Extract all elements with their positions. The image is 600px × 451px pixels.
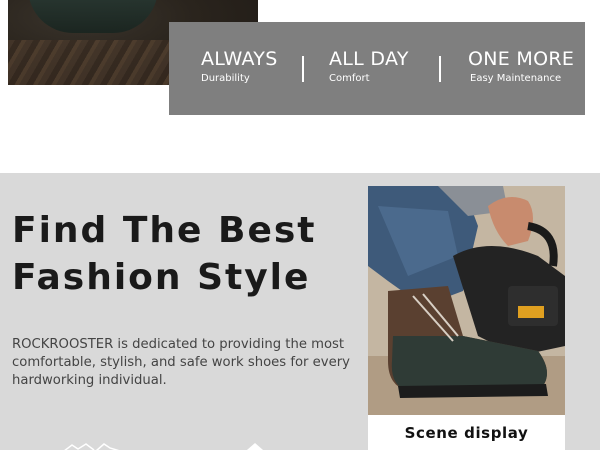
feature-title: ALWAYS <box>201 48 278 70</box>
feature-maintenance: ONE MORE Easy Maintenance <box>468 48 574 86</box>
scene-card: Scene display <box>368 186 565 450</box>
feature-title: ONE MORE <box>468 48 575 70</box>
boot-shape <box>28 0 158 33</box>
feature-subtitle: Durability <box>201 73 250 84</box>
headline-line-2: Fashion Style <box>12 257 311 298</box>
scene-photo-art <box>368 186 565 415</box>
scene-label: Scene display <box>404 424 529 442</box>
feature-title: ALL DAY <box>329 48 409 70</box>
fashion-section: Find The Best Fashion Style ROCKROOSTER … <box>0 173 600 451</box>
feature-divider <box>302 56 304 82</box>
brand-description: ROCKROOSTER is dedicated to providing th… <box>12 337 350 388</box>
feature-comfort: ALL DAY Comfort <box>329 48 409 86</box>
headline: Find The Best Fashion Style <box>12 207 317 301</box>
feature-durability: ALWAYS Durability <box>201 48 278 86</box>
feature-divider <box>439 56 441 82</box>
feature-subtitle: Easy Maintenance <box>470 73 562 84</box>
features-bar: ALWAYS Durability ALL DAY Comfort ONE MO… <box>169 22 585 115</box>
chainsaw-boot-photo <box>368 186 565 415</box>
feature-subtitle: Comfort <box>329 73 370 84</box>
headline-line-1: Find The Best <box>12 210 317 251</box>
